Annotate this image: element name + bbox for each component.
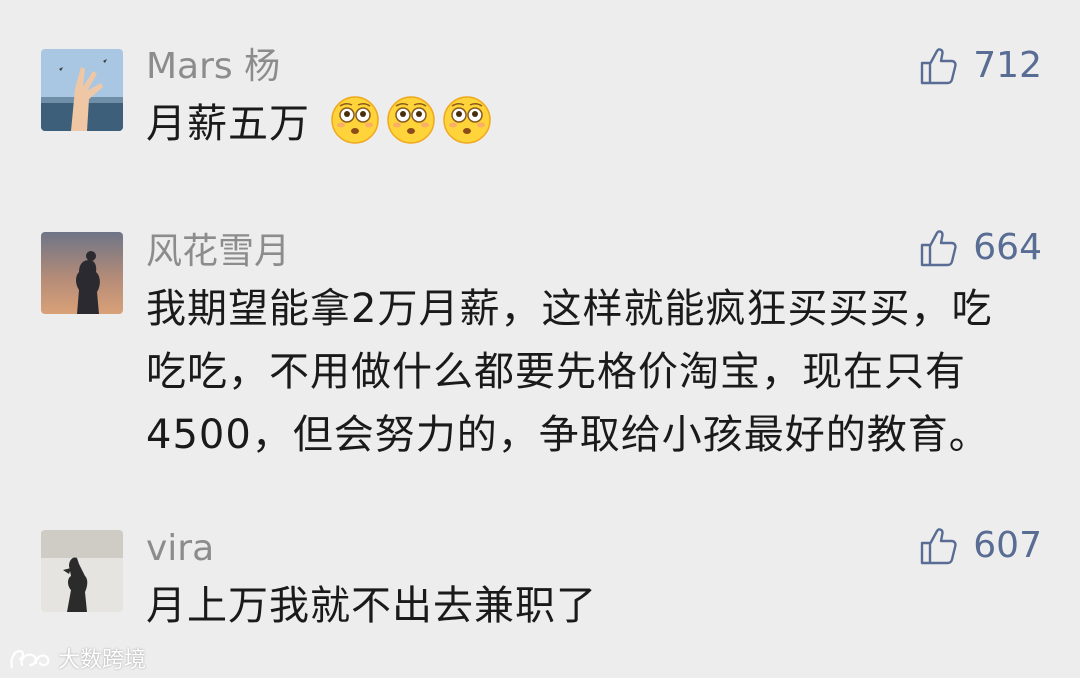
brand-logo-icon: [10, 649, 50, 669]
like-count: 607: [973, 525, 1042, 566]
avatar[interactable]: [41, 530, 123, 612]
watermark: 大数跨境: [8, 642, 146, 674]
thumbs-up-icon: [917, 525, 959, 567]
watermark-text: 大数跨境: [58, 648, 147, 673]
comment-nickname: vira: [146, 528, 215, 569]
comment-text: 月上万我就不出去兼职了: [146, 583, 597, 629]
like-button[interactable]: 607: [917, 525, 1042, 567]
comment-item: vira 607 月上万我就不出去兼职了: [0, 0, 1080, 640]
